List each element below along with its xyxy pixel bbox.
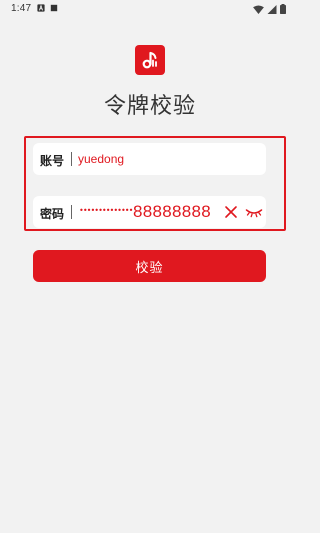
account-input[interactable]: yuedong — [78, 152, 124, 166]
account-field[interactable]: 账号 yuedong — [33, 143, 266, 175]
music-note-icon — [142, 51, 157, 69]
battery-icon — [280, 4, 286, 14]
status-time: 1:47 — [11, 3, 32, 14]
password-field[interactable]: 密码 •••••••••••••• 88888888 — [33, 196, 266, 228]
eye-closed-icon[interactable] — [245, 205, 263, 219]
wifi-icon — [253, 4, 264, 14]
password-label: 密码 — [40, 207, 65, 221]
account-label: 账号 — [40, 154, 65, 168]
password-input[interactable]: •••••••••••••• — [79, 206, 133, 215]
status-square-icon — [50, 4, 58, 12]
clear-icon[interactable] — [224, 205, 238, 219]
page-title: 令牌校验 — [103, 94, 196, 119]
status-a-icon — [37, 4, 45, 12]
account-separator — [71, 152, 72, 166]
signal-icon — [267, 4, 277, 14]
verify-button[interactable]: 校验 — [33, 250, 266, 282]
status-right — [253, 4, 286, 14]
password-overlay-text: 88888888 — [133, 202, 212, 221]
password-separator — [71, 205, 72, 219]
app-logo — [135, 45, 165, 75]
status-bar: 1:47 — [0, 0, 300, 18]
